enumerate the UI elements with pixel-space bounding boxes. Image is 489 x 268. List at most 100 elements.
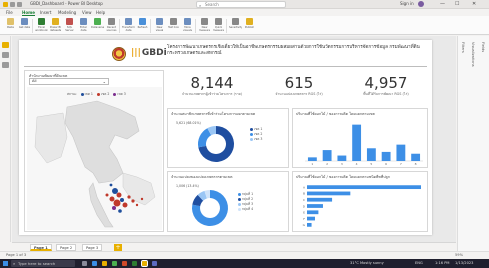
page-tab-1[interactable]: Page 1 (30, 244, 52, 251)
refresh-button[interactable]: Refresh (136, 17, 149, 34)
paste-button[interactable]: Paste (4, 17, 17, 34)
undo-icon[interactable] (17, 2, 22, 7)
thailand-map[interactable]: สถานะ เขต 1 เขต 2 เขต 3 (27, 87, 162, 230)
title-search-input[interactable]: ⌕ Search (196, 1, 286, 8)
task-view-icon[interactable] (82, 261, 87, 266)
tab-view[interactable]: View (82, 10, 92, 15)
ribbon-button-label: Enter data (80, 26, 87, 32)
tab-modeling[interactable]: Modeling (58, 10, 76, 15)
ribbon-separator (195, 19, 196, 33)
search-placeholder: Search (205, 2, 219, 7)
date[interactable]: 1/13/2023 (455, 261, 473, 265)
status-page-info: Page 1 of 3 (6, 253, 27, 257)
recent-button[interactable]: Recent sources (105, 17, 118, 34)
zoom-level[interactable]: 59% (455, 253, 463, 257)
office-icon[interactable] (122, 261, 127, 266)
y-tick-label: A (303, 185, 306, 189)
textbox-button[interactable]: Text box (167, 17, 180, 34)
sql-button[interactable]: SQL Server (63, 17, 76, 34)
table-button[interactable]: Enter data (77, 17, 90, 34)
donut-chart-plots[interactable]: จำนวนแปลงของแปลงเกษตรกรตามเขต กลุ่มที่ 1… (167, 171, 289, 232)
region-slicer[interactable]: All ⌄ (29, 78, 109, 85)
bar (307, 185, 421, 190)
bar (322, 150, 332, 161)
visual-button[interactable]: New visual (153, 17, 166, 34)
donut-chart-svg (192, 190, 228, 226)
x-tick-label: 5 (370, 162, 372, 166)
x-tick-label: 4 (356, 162, 358, 166)
minimize-button[interactable]: — (440, 1, 445, 7)
windows-start-icon[interactable] (3, 261, 8, 266)
ribbon-separator (226, 19, 227, 33)
filters-pane-tab[interactable]: Filters (461, 42, 465, 53)
excel-taskbar-icon[interactable] (132, 261, 137, 266)
sensitivity-button[interactable]: Sensitivity (229, 17, 242, 34)
dataverse-button[interactable]: Dataverse (91, 17, 104, 34)
edge-icon[interactable] (92, 261, 97, 266)
kpi-value: 8,144 (190, 74, 234, 92)
fields-pane-tab[interactable]: Fields (481, 42, 485, 52)
tab-home[interactable]: Home (22, 10, 35, 16)
add-page-button[interactable]: + (114, 244, 122, 251)
model-view-icon[interactable] (2, 62, 9, 68)
visualizations-pane-tab[interactable]: Visualizations (471, 42, 475, 67)
get-data-icon (21, 18, 28, 25)
bar (307, 157, 317, 161)
legend-label: กลุ่มที่ 4 (242, 207, 254, 211)
tab-help[interactable]: Help (96, 10, 105, 15)
ribbon-button-label: Power BI datasets (49, 26, 62, 32)
excel-button[interactable]: Excel workbook (35, 17, 48, 34)
transform-button[interactable]: Transform data (122, 17, 135, 34)
ribbon-button-label: SQL Server (65, 26, 74, 32)
ribbon-button-label: Get data (18, 26, 31, 29)
save-icon[interactable] (10, 2, 15, 7)
avatar[interactable] (418, 1, 424, 7)
map-legend-item: เขต 2 (100, 92, 110, 96)
ribbon-button-label: Refresh (137, 26, 148, 29)
powerbi-taskbar-icon[interactable] (141, 260, 148, 267)
donut-chart-members[interactable]: จำนวนสมาชิกเกษตรกรที่เข้าร่วมโครงการแยกต… (167, 108, 289, 168)
weather-widget[interactable]: 31°C Mostly sunny (350, 261, 384, 265)
legend-label: กลุ่มที่ 3 (242, 202, 254, 206)
close-button[interactable]: ✕ (472, 1, 476, 7)
y-tick-label: F (303, 217, 305, 221)
map-legend-title: สถานะ (67, 92, 77, 96)
ldd-seal-logo (112, 47, 126, 61)
dataset-button[interactable]: Power BI datasets (49, 17, 62, 34)
tab-insert[interactable]: Insert (40, 10, 51, 15)
sign-in-link[interactable]: Sign in (400, 1, 414, 6)
file-explorer-icon[interactable] (102, 261, 107, 266)
get-data-button[interactable]: Get data (18, 17, 31, 34)
kpi-card-plots: 615 จำนวนแปลงเกษตรกร RGS (ไร่) (259, 70, 339, 104)
bar (307, 222, 312, 227)
bar (352, 124, 362, 161)
page-tab-2[interactable]: Page 2 (56, 244, 77, 251)
bar (307, 216, 315, 221)
tab-file[interactable]: File (6, 10, 13, 15)
ribbon-button-label: Excel workbook (35, 26, 48, 32)
report-title: โครงการพัฒนาเกษตรกรเชิงเดี่ยวให้เป็นอาชี… (167, 45, 420, 56)
publish-button[interactable]: Publish (243, 17, 256, 34)
report-view-icon[interactable] (2, 42, 9, 48)
quick-measure-button[interactable]: Quick measure (212, 17, 225, 34)
language-indicator[interactable]: ENG (415, 261, 423, 265)
maximize-button[interactable]: ☐ (455, 1, 459, 7)
ribbon-button-label: Text box (168, 26, 179, 29)
chrome-icon[interactable] (112, 261, 117, 266)
teams-icon[interactable] (152, 261, 157, 266)
page-tab-3[interactable]: Page 3 (82, 244, 103, 251)
quick-measure-icon (215, 18, 222, 25)
sql-icon (66, 18, 73, 25)
data-view-icon[interactable] (2, 52, 9, 58)
clock[interactable]: 1:16 PM (435, 261, 449, 265)
measure-button[interactable]: New measure (198, 17, 211, 34)
bar-chart-by-crop[interactable]: ปริมาณที่ใช้ดอกไม้ / ของการผลิต โดยแยกตา… (292, 171, 428, 232)
donut-callout: 1,006 (13.4%) (176, 184, 199, 188)
bar (307, 204, 323, 208)
taskbar-search-input[interactable]: ⌕ Type here to search (11, 260, 75, 267)
more-visuals-button[interactable]: More visuals (181, 17, 194, 34)
ribbon-separator (32, 19, 33, 33)
sensitivity-icon (232, 18, 239, 25)
search-icon: ⌕ (13, 261, 16, 266)
bar-chart-by-region[interactable]: ปริมาณที่ใช้ดอกไม้ / ของการผลิต โดยแยกตา… (292, 108, 428, 168)
